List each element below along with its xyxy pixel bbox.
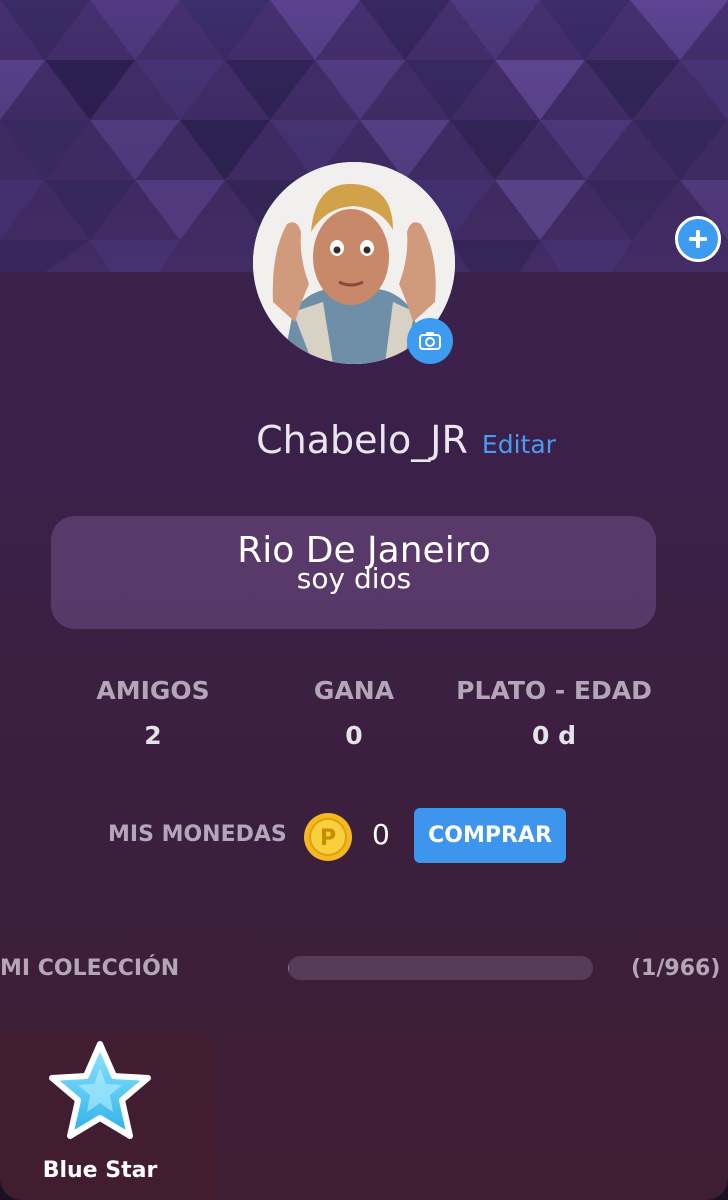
blue-star-icon xyxy=(49,1041,151,1139)
username-row: Chabelo_JR Editar xyxy=(0,418,728,472)
collection-count: (1/966) xyxy=(631,956,721,981)
stat-label: GANA xyxy=(313,676,395,705)
stat-value: 0 d xyxy=(532,721,576,750)
username: Chabelo_JR xyxy=(256,418,468,462)
stat-gana: GANA 0 xyxy=(294,676,414,750)
stat-label: AMIGOS xyxy=(96,676,210,705)
coin-icon: P xyxy=(304,813,352,861)
coins-label: MIS MONEDAS xyxy=(108,822,287,847)
coin-count: 0 xyxy=(372,818,390,851)
stat-label: PLATO - EDAD xyxy=(456,676,652,705)
stat-amigos[interactable]: AMIGOS 2 xyxy=(78,676,228,750)
coin-letter: P xyxy=(320,826,336,851)
add-button[interactable] xyxy=(675,216,721,262)
bio-text: soy dios xyxy=(296,562,412,595)
buy-coins-button[interactable]: COMPRAR xyxy=(414,808,566,863)
camera-icon xyxy=(419,332,441,350)
collection-progress-bar xyxy=(288,956,593,980)
plus-icon xyxy=(689,230,707,248)
profile-screen: Chabelo_JR Editar Rio De Janeiro soy dio… xyxy=(0,0,728,1200)
edit-profile-link[interactable]: Editar xyxy=(482,430,556,459)
collection-item-name: Blue Star xyxy=(42,1158,158,1183)
change-photo-button[interactable] xyxy=(407,318,453,364)
stat-plato-edad: PLATO - EDAD 0 d xyxy=(452,676,656,750)
collection-label: MI COLECCIÓN xyxy=(0,956,180,981)
stat-value: 0 xyxy=(345,721,363,750)
stat-value: 2 xyxy=(144,721,162,750)
